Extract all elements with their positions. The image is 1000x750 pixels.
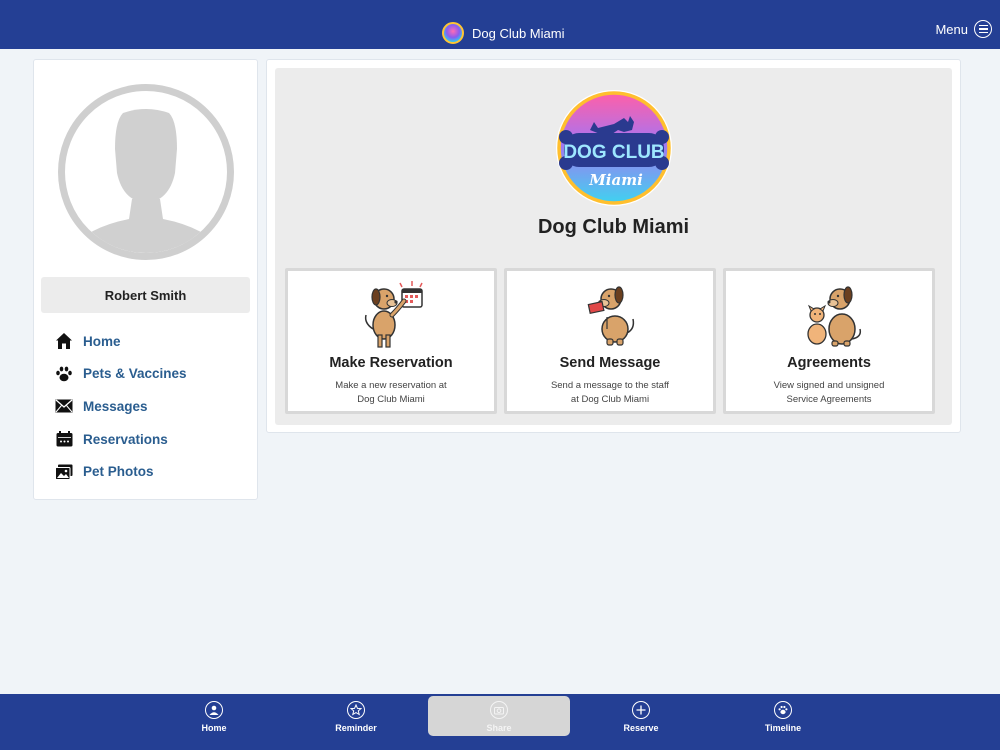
menu-label: Menu	[935, 21, 968, 37]
make-reservation-card[interactable]: Make Reservation Make a new reservation …	[285, 268, 497, 414]
top-app-bar: Dog Club Miami Menu	[0, 0, 1000, 49]
card-title: Send Message	[559, 355, 661, 371]
default-avatar-icon[interactable]	[58, 84, 234, 260]
agreements-card[interactable]: Agreements View signed and unsigned Serv…	[723, 268, 935, 414]
logo-text-bottom: Miami	[588, 171, 643, 189]
sidebar-nav: Home Pets & Vaccines Messages Reservatio…	[54, 325, 244, 488]
dog-letter-icon	[587, 286, 635, 346]
card-title: Agreements	[787, 355, 871, 371]
logo-text-top: DOG CLUB	[563, 142, 664, 163]
star-circle-icon	[347, 701, 365, 719]
envelope-icon	[54, 396, 74, 416]
tab-label: Reminder	[335, 723, 377, 733]
paw-icon	[54, 364, 74, 384]
tab-reserve[interactable]: Reserve	[570, 696, 712, 736]
calendar-icon	[54, 429, 74, 449]
tab-label: Reserve	[623, 723, 659, 733]
sidebar-item-reservations[interactable]: Reservations	[54, 423, 244, 456]
tab-share[interactable]: Share	[428, 696, 570, 736]
plus-circle-icon	[632, 701, 650, 719]
card-description: Make a new reservation at Dog Club Miami	[335, 380, 447, 405]
brand[interactable]: Dog Club Miami	[442, 20, 564, 46]
tab-label: Home	[201, 723, 227, 733]
tab-label: Share	[486, 723, 512, 733]
sidebar-item-label: Home	[83, 333, 121, 349]
sidebar-item-pet-photos[interactable]: Pet Photos	[54, 455, 244, 488]
hamburger-menu-icon	[974, 20, 992, 38]
profile-sidebar: Robert Smith Home Pets & Vaccines Messag…	[33, 59, 258, 500]
tab-reminder[interactable]: Reminder	[285, 696, 427, 736]
sidebar-item-messages[interactable]: Messages	[54, 390, 244, 423]
sidebar-item-label: Pets & Vaccines	[83, 366, 187, 382]
dog-club-miami-logo: DOG CLUB Miami	[556, 90, 672, 206]
sidebar-item-label: Pet Photos	[83, 464, 154, 480]
tab-timeline[interactable]: Timeline	[712, 696, 854, 736]
send-message-card[interactable]: Send Message Send a message to the staff…	[504, 268, 716, 414]
main-panel: DOG CLUB Miami Dog Club Miami Make Reser…	[266, 59, 961, 433]
sidebar-item-home[interactable]: Home	[54, 325, 244, 358]
photos-icon	[54, 462, 74, 482]
club-dashboard: DOG CLUB Miami Dog Club Miami Make Reser…	[275, 68, 952, 425]
sidebar-item-pets-vaccines[interactable]: Pets & Vaccines	[54, 358, 244, 391]
card-title: Make Reservation	[329, 355, 453, 371]
card-description: Send a message to the staff at Dog Club …	[550, 380, 670, 405]
user-name: Robert Smith	[41, 277, 250, 313]
bottom-tab-bar: Home Reminder Share Reserve Timeline	[0, 694, 1000, 750]
dog-club-logo-icon	[442, 22, 464, 44]
sidebar-item-label: Messages	[83, 398, 148, 414]
tab-home[interactable]: Home	[143, 696, 285, 736]
dog-and-puppy-icon	[807, 286, 862, 347]
menu-button[interactable]: Menu	[935, 20, 992, 38]
camera-circle-icon	[490, 701, 508, 719]
paw-circle-icon	[774, 701, 792, 719]
house-icon	[54, 331, 74, 351]
home-circle-icon	[205, 701, 223, 719]
tab-label: Timeline	[764, 723, 802, 733]
dog-calendar-icon	[364, 281, 423, 348]
club-title: Dog Club Miami	[537, 216, 690, 238]
sidebar-item-label: Reservations	[83, 431, 168, 447]
card-description: View signed and unsigned Service Agreeme…	[773, 380, 885, 405]
app-title: Dog Club Miami	[472, 25, 565, 41]
